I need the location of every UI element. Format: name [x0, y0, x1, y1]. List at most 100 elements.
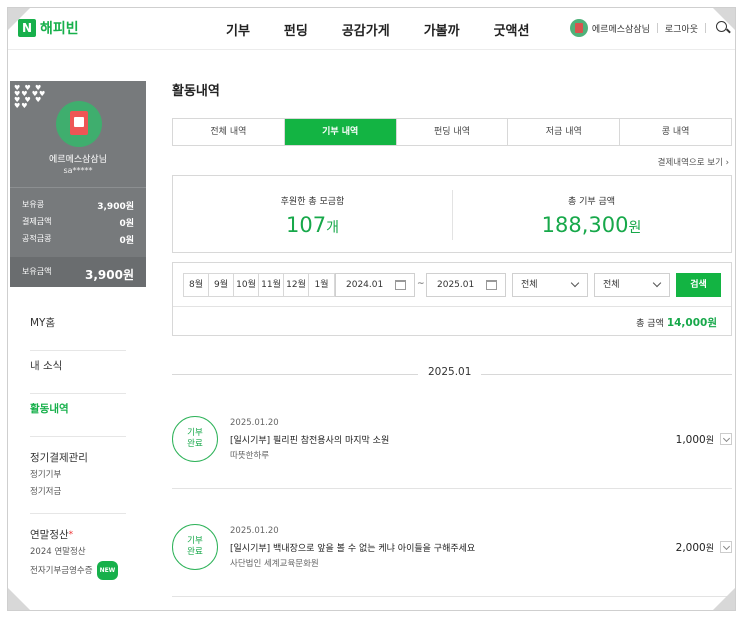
row-value: 3,900원: [85, 268, 134, 282]
corner-decoration: [713, 8, 735, 30]
status-select[interactable]: 전체: [594, 273, 670, 297]
record-title[interactable]: [일시기부] 필리핀 참전용사의 마지막 소원: [230, 433, 389, 446]
count-unit: 개: [326, 220, 339, 236]
tax-label: 연말정산: [30, 529, 69, 541]
user-area: 에르메스삼삼님 로그아웃: [569, 19, 731, 37]
row-value: 0원: [119, 236, 134, 246]
row-value: 0원: [119, 219, 134, 229]
tab-donation[interactable]: 기부 내역: [284, 119, 397, 145]
search-button[interactable]: 검색: [676, 273, 721, 297]
header-user-name[interactable]: 에르메스삼삼님: [592, 22, 650, 35]
profile-card: ♥ ♥ ♥ ♥♥ ♥♥ ♥ ♥ ♥ ♥♥ 에르메스삼삼님 sa***** 보유콩 3…: [10, 81, 146, 287]
calendar-icon[interactable]: [395, 280, 406, 290]
type-select-value: 전체: [521, 280, 538, 290]
summary-amount-value: 188,300원: [452, 213, 731, 237]
badge-text: 기부 완료: [187, 536, 203, 557]
profile-name: 에르메스삼삼님: [49, 155, 107, 165]
start-date-input[interactable]: 2024.01: [335, 273, 415, 297]
page-title: 활동내역: [172, 84, 220, 99]
list-item[interactable]: 기부 완료 2025.01.20 [일시기부] 백내장으로 앞을 볼 수 없는 …: [172, 510, 732, 600]
summary-count-value: 107개: [173, 213, 452, 237]
payment-detail-link[interactable]: 결제내역으로 보기 ›: [658, 156, 729, 168]
sidebar-group-tax: 연말정산* 2024 연말정산 전자기부금영수증 NEW: [30, 514, 126, 592]
sidebar-item-regular[interactable]: 정기결제관리: [30, 437, 126, 467]
nav-visit[interactable]: 가볼까: [424, 20, 460, 39]
month-heading: 2025.01: [172, 366, 732, 382]
amount-unit: 원: [705, 436, 714, 446]
activity-tabs: 전체 내역 기부 내역 펀딩 내역 저금 내역 콩 내역: [172, 118, 732, 146]
end-date-input[interactable]: 2025.01: [426, 273, 506, 297]
divider: [172, 488, 732, 489]
end-date-value: 2025.01: [437, 280, 475, 290]
count-number: 107: [286, 213, 327, 237]
hearts-decoration-icon: ♥ ♥ ♥ ♥♥ ♥♥ ♥ ♥ ♥ ♥♥: [14, 84, 47, 110]
profile-row-total: 보유금액 3,900원: [22, 266, 134, 283]
month-button[interactable]: 9월: [209, 274, 234, 296]
sidebar-sub-receipt[interactable]: 전자기부금영수증 NEW: [30, 561, 126, 580]
amount-unit: 원: [705, 544, 714, 554]
row-label: 보유콩: [22, 200, 45, 209]
nav-store[interactable]: 공감가게: [342, 20, 390, 39]
month-button[interactable]: 12월: [284, 274, 309, 296]
sidebar-group-regular: 정기결제관리 정기기부 정기저금: [30, 437, 126, 514]
sidebar-sub-tax-2024[interactable]: 2024 연말정산: [30, 544, 126, 561]
page-frame: N 해피빈 기부 펀딩 공감가게 가볼까 굿액션 에르메스삼삼님 로그아웃 ♥ …: [7, 7, 736, 611]
tab-savings[interactable]: 저금 내역: [508, 119, 621, 145]
nav-donate[interactable]: 기부: [226, 20, 250, 39]
total-amount: 14,000원: [666, 317, 717, 329]
chevron-down-icon[interactable]: [720, 541, 732, 553]
type-select[interactable]: 전체: [512, 273, 588, 297]
sidebar-menu: MY홈 내 소식 활동내역 정기결제관리 정기기부 정기저금 연말정산* 202…: [30, 308, 126, 592]
month-button[interactable]: 10월: [234, 274, 259, 296]
divider: [172, 596, 732, 597]
list-item[interactable]: 기부 완료 2025.01.20 [일시기부] 필리핀 참전용사의 마지막 소원…: [172, 402, 732, 492]
divider: [173, 306, 731, 307]
divider: [705, 23, 706, 33]
amount-unit: 원: [628, 220, 642, 236]
row-label: 공적금콩: [22, 234, 52, 243]
record-amount: 2,000원: [676, 541, 714, 554]
start-date-value: 2024.01: [346, 280, 384, 290]
filter-total: 총 금액 14,000원: [636, 315, 717, 330]
logo-text: 해피빈: [40, 21, 79, 37]
amount-number: 188,300: [541, 213, 629, 237]
badge-text: 기부 완료: [187, 428, 203, 449]
profile-avatar[interactable]: [56, 101, 102, 147]
sidebar-item-tax[interactable]: 연말정산*: [30, 514, 126, 544]
profile-row-payment: 결제금액 0원: [22, 216, 134, 229]
row-label: 결제금액: [22, 217, 52, 226]
profile-id: sa*****: [63, 166, 93, 175]
calendar-icon[interactable]: [486, 280, 497, 290]
logout-link[interactable]: 로그아웃: [665, 22, 698, 35]
chevron-down-icon: [570, 278, 580, 288]
sidebar-item-my-news[interactable]: 내 소식: [30, 351, 126, 394]
month-button[interactable]: 8월: [184, 274, 209, 296]
new-badge: NEW: [96, 561, 119, 580]
month-button[interactable]: 1월: [309, 274, 334, 296]
month-button[interactable]: 11월: [259, 274, 284, 296]
tab-funding[interactable]: 펀딩 내역: [397, 119, 509, 145]
divider: [10, 187, 146, 188]
summary-count: 후원한 총 모금함 107개: [173, 176, 452, 252]
filter-panel: 8월 9월 10월 11월 12월 1월 2024.01 ~ 2025.01 전…: [172, 262, 732, 336]
tab-all[interactable]: 전체 내역: [173, 119, 285, 145]
sidebar-item-activity[interactable]: 활동내역: [30, 394, 126, 437]
receipt-label: 전자기부금영수증: [30, 566, 93, 576]
avatar-icon[interactable]: [569, 19, 588, 37]
sidebar-item-my-home[interactable]: MY홈: [30, 308, 126, 351]
record-date: 2025.01.20: [230, 418, 279, 428]
profile-total: 보유금액 3,900원: [10, 257, 146, 287]
nav-good-action[interactable]: 굿액션: [494, 20, 530, 39]
corner-decoration: [8, 8, 30, 30]
amount-number: 1,000: [675, 434, 706, 446]
row-label: 보유금액: [22, 267, 52, 276]
nav-funding[interactable]: 펀딩: [284, 20, 308, 39]
summary-amount: 총 기부 금액 188,300원: [452, 176, 731, 252]
row-value: 3,900원: [97, 202, 134, 212]
tab-beans[interactable]: 콩 내역: [620, 119, 731, 145]
chevron-down-icon[interactable]: [720, 433, 732, 445]
amount-number: 2,000: [675, 542, 706, 554]
sidebar-sub-regular-savings[interactable]: 정기저금: [30, 484, 126, 501]
status-select-value: 전체: [603, 280, 620, 290]
record-title[interactable]: [일시기부] 백내장으로 앞을 볼 수 없는 케냐 아이들을 구해주세요: [230, 541, 475, 554]
